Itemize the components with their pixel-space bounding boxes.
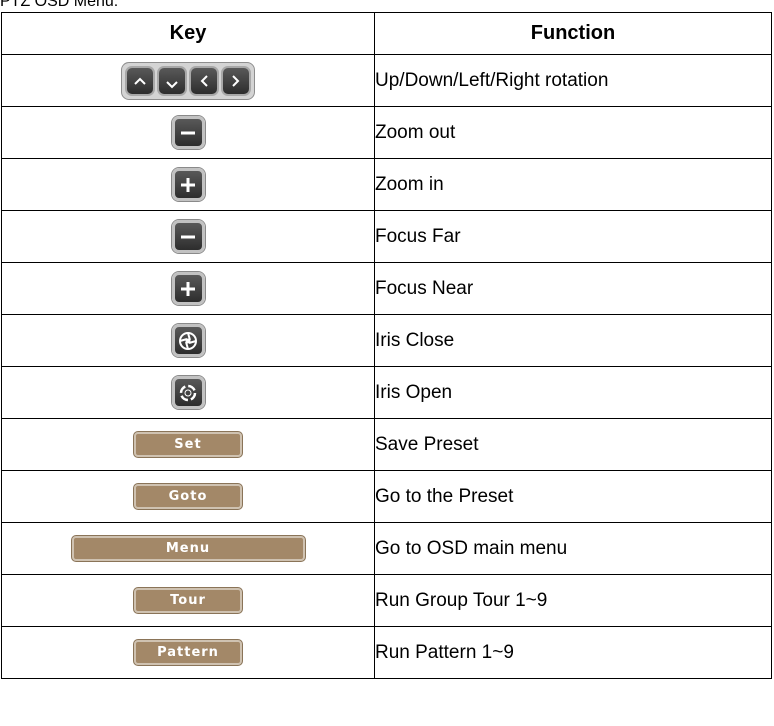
table-row: Zoom in <box>1 158 772 211</box>
function-text: Focus Far <box>374 210 772 263</box>
tour-button[interactable]: Tour <box>134 588 242 613</box>
table-row: Zoom out <box>1 106 772 159</box>
function-text: Zoom out <box>374 106 772 159</box>
down-arrow-icon[interactable] <box>157 65 187 96</box>
function-text: Go to the Preset <box>374 470 772 523</box>
pattern-button[interactable]: Pattern <box>134 640 242 665</box>
function-text: Iris Open <box>374 366 772 419</box>
iris-open-icon[interactable] <box>171 376 205 409</box>
right-arrow-icon[interactable] <box>221 65 251 96</box>
table-row: Set Save Preset <box>1 418 772 471</box>
left-arrow-icon[interactable] <box>189 65 219 96</box>
table-header-row: Key Function <box>1 12 772 55</box>
function-text: Save Preset <box>374 418 772 471</box>
goto-button[interactable]: Goto <box>134 484 242 509</box>
minus-icon[interactable] <box>171 220 205 253</box>
table-row: Iris Open <box>1 366 772 419</box>
table-row: Up/Down/Left/Right rotation <box>1 54 772 107</box>
function-text: Focus Near <box>374 262 772 315</box>
function-column-header: Function <box>374 12 772 55</box>
table-row: Focus Far <box>1 210 772 263</box>
table-row: Menu Go to OSD main menu <box>1 522 772 575</box>
table-row: Iris Close <box>1 314 772 367</box>
key-column-header: Key <box>1 12 375 55</box>
function-text: Iris Close <box>374 314 772 367</box>
direction-key-group <box>121 61 255 100</box>
iris-close-icon[interactable] <box>171 324 205 357</box>
ptz-key-table: Key Function Up/Down/Left/Right rotation… <box>1 12 772 679</box>
table-row: Goto Go to the Preset <box>1 470 772 523</box>
table-caption: PTZ OSD Menu: <box>0 0 119 10</box>
function-text: Run Group Tour 1~9 <box>374 574 772 627</box>
function-text: Run Pattern 1~9 <box>374 626 772 679</box>
plus-icon[interactable] <box>171 168 205 201</box>
table-row: Pattern Run Pattern 1~9 <box>1 626 772 679</box>
menu-button[interactable]: Menu <box>71 536 305 561</box>
function-text: Go to OSD main menu <box>374 522 772 575</box>
plus-icon[interactable] <box>171 272 205 305</box>
minus-icon[interactable] <box>171 116 205 149</box>
table-row: Focus Near <box>1 262 772 315</box>
set-button[interactable]: Set <box>134 432 242 457</box>
up-arrow-icon[interactable] <box>125 65 155 96</box>
function-text: Up/Down/Left/Right rotation <box>374 54 772 107</box>
function-text: Zoom in <box>374 158 772 211</box>
table-row: Tour Run Group Tour 1~9 <box>1 574 772 627</box>
